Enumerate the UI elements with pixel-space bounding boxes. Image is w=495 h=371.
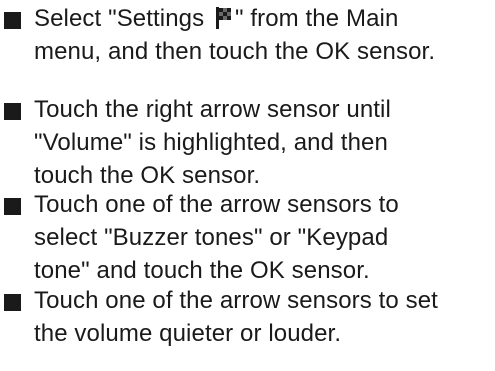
bullet-icon bbox=[4, 198, 21, 215]
step-text: Touch the right arrow sensor until "Volu… bbox=[34, 93, 494, 192]
bullet-icon bbox=[4, 12, 21, 29]
step-line-before-icon: Select "Settings bbox=[34, 5, 211, 32]
step-line: the volume quieter or louder. bbox=[34, 320, 342, 347]
step-line: Select "Settings " from the Main bbox=[34, 2, 494, 35]
step-line: Touch one of the arrow sensors to set bbox=[34, 287, 438, 314]
bullet-icon bbox=[4, 294, 21, 311]
step-line-after-icon: " from the Main bbox=[234, 5, 399, 32]
bullet-icon bbox=[4, 103, 21, 120]
step-text: Touch one of the arrow sensors to set th… bbox=[34, 284, 494, 350]
step-line: tone" and touch the OK sensor. bbox=[34, 257, 370, 284]
step-text: Select "Settings " from the Main menu, a… bbox=[34, 2, 494, 68]
step-line: select "Buzzer tones" or "Keypad bbox=[34, 224, 389, 251]
step-line: Touch the right arrow sensor until bbox=[34, 96, 391, 123]
step-line: Touch one of the arrow sensors to bbox=[34, 191, 399, 218]
step-line: menu, and then touch the OK sensor. bbox=[34, 38, 436, 65]
step-line: "Volume" is highlighted, and then bbox=[34, 129, 388, 156]
instruction-steps: Select "Settings " from the Main menu, a… bbox=[0, 0, 495, 371]
flag-icon bbox=[215, 7, 231, 29]
step-text: Touch one of the arrow sensors to select… bbox=[34, 188, 494, 287]
